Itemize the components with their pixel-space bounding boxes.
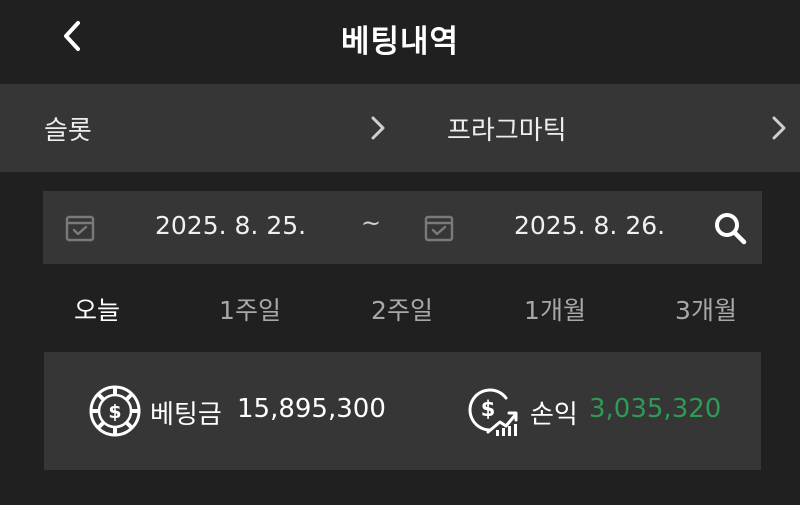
tab-2-weeks[interactable]: 2주일	[327, 291, 477, 327]
category-provider[interactable]: 프라그마틱	[447, 84, 567, 172]
tab-1-month[interactable]: 1개월	[480, 291, 630, 327]
bet-amount-value: 15,895,300	[237, 394, 386, 424]
category-slot[interactable]: 슬롯	[44, 84, 92, 172]
category-breadcrumb: 슬롯 프라그마틱	[0, 84, 800, 172]
svg-text:$: $	[481, 397, 496, 421]
profit-label: 손익	[530, 400, 578, 430]
bet-amount-label: 베팅금	[150, 400, 222, 430]
tab-1-week[interactable]: 1주일	[175, 291, 325, 327]
casino-chip-icon: $	[89, 385, 141, 437]
page-title: 베팅내역	[340, 24, 460, 60]
date-separator: ~	[361, 209, 382, 237]
tab-3-months[interactable]: 3개월	[631, 291, 781, 327]
chevron-right-icon	[371, 116, 385, 140]
end-date[interactable]: 2025. 8. 26.	[514, 211, 665, 240]
bet-summary: $ 베팅금 15,895,300 $ 손익 3,035,320	[44, 352, 761, 470]
svg-text:$: $	[108, 401, 121, 423]
calendar-icon[interactable]	[65, 213, 95, 243]
dollar-growth-icon: $	[468, 388, 518, 436]
profit-value: 3,035,320	[589, 394, 722, 424]
category-label: 프라그마틱	[447, 115, 567, 146]
search-icon[interactable]	[711, 209, 749, 247]
tab-today[interactable]: 오늘	[22, 291, 172, 327]
app-header: 베팅내역	[0, 0, 800, 80]
start-date[interactable]: 2025. 8. 25.	[155, 211, 306, 240]
chevron-right-icon	[772, 116, 786, 140]
category-label: 슬롯	[44, 115, 92, 146]
calendar-icon[interactable]	[424, 213, 454, 243]
date-range-bar: 2025. 8. 25. ~ 2025. 8. 26.	[43, 191, 762, 264]
period-tabs: 오늘 1주일 2주일 1개월 3개월	[22, 283, 782, 333]
